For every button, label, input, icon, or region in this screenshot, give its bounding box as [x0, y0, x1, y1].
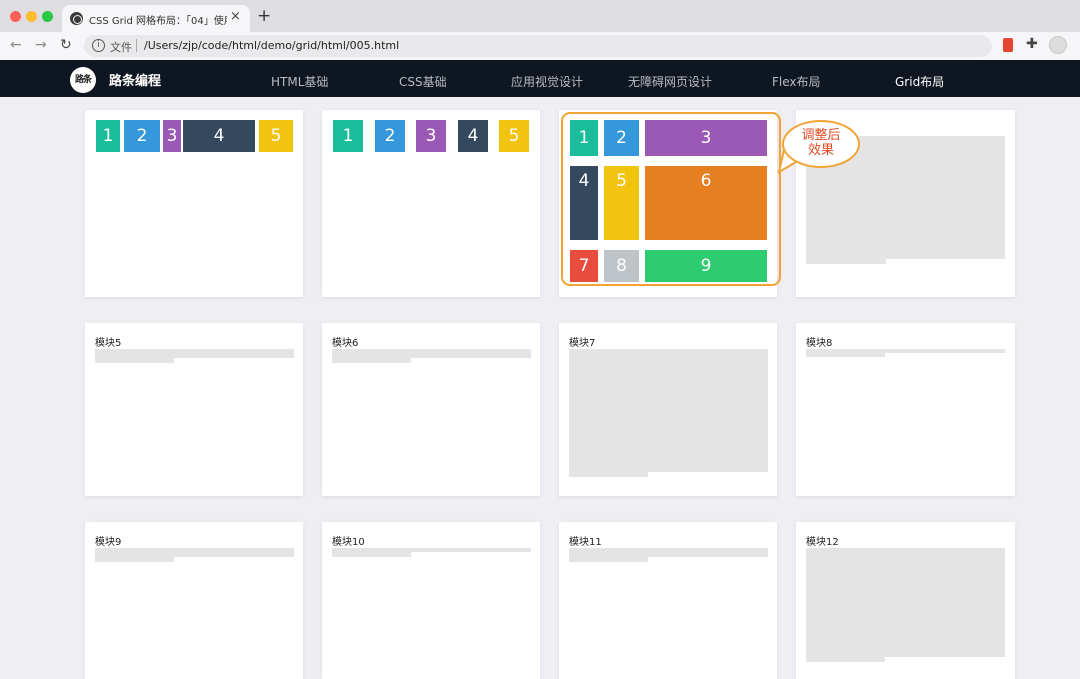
grid-item-1: 1 [96, 120, 120, 152]
placeholder-line [332, 358, 411, 363]
card-title: 模块8 [806, 338, 833, 349]
close-window-button[interactable] [10, 11, 21, 22]
callout-line-2: 效果 [807, 143, 834, 158]
address-separator [136, 39, 137, 52]
card-title: 模块10 [332, 537, 365, 548]
profile-avatar-icon[interactable] [1049, 36, 1067, 54]
card-module-9: 模块9 [85, 522, 303, 679]
address-bar[interactable]: i 文件 /Users/zjp/code/html/demo/grid/html… [84, 35, 1067, 57]
placeholder-block [569, 349, 768, 472]
nav-css-basics[interactable]: CSS基础 [399, 73, 447, 90]
placeholder-line [95, 557, 174, 562]
forward-arrow-icon[interactable]: → [35, 37, 47, 53]
card-module-11: 模块11 [559, 522, 777, 679]
card-title: 模块6 [332, 338, 359, 349]
card-title: 模块12 [806, 537, 839, 548]
card-1: 1 2 3 4 5 [85, 110, 303, 297]
card-2: 1 2 3 4 5 [322, 110, 540, 297]
url-text[interactable]: /Users/zjp/code/html/demo/grid/html/005.… [144, 39, 399, 52]
placeholder-line [806, 657, 885, 662]
card-title: 模块5 [95, 338, 122, 349]
card-title: 模块9 [95, 537, 122, 548]
extension-icon[interactable] [1003, 38, 1013, 52]
browser-tab-bar: CSS Grid 网格布局：「04」使用 × + [0, 0, 1080, 32]
card-title: 模块7 [569, 338, 596, 349]
card-title: 模块11 [569, 537, 602, 548]
tab-close-icon[interactable]: × [230, 10, 241, 24]
nav-accessibility[interactable]: 无障碍网页设计 [628, 73, 712, 90]
nav-visual-design[interactable]: 应用视觉设计 [511, 73, 583, 90]
placeholder-line [332, 552, 411, 557]
placeholder-line [806, 353, 885, 357]
nav-flex-layout[interactable]: Flex布局 [772, 73, 821, 90]
new-tab-button[interactable]: + [257, 7, 271, 25]
grid-item-4: 4 [183, 120, 255, 152]
card-module-6: 模块6 [322, 323, 540, 496]
card-module-7: 模块7 [559, 323, 777, 496]
reload-icon[interactable]: ↻ [60, 37, 72, 53]
placeholder-line [569, 472, 648, 477]
site-header: 路条 路条编程 HTML基础 CSS基础 应用视觉设计 无障碍网页设计 Flex… [0, 60, 1080, 97]
placeholder-line [569, 548, 768, 557]
placeholder-line [332, 349, 531, 358]
callout-line-1: 调整后 [801, 128, 841, 143]
grid-item-4: 4 [458, 120, 488, 152]
callout-bubble: 调整后 效果 [782, 120, 860, 168]
placeholder-line [95, 349, 294, 358]
nav-grid-layout[interactable]: Grid布局 [895, 73, 944, 90]
browser-toolbar: ← → ↻ i 文件 /Users/zjp/code/html/demo/gri… [0, 32, 1080, 60]
maximize-window-button[interactable] [42, 11, 53, 22]
card-module-8: 模块8 [796, 323, 1015, 496]
grid-item-3: 3 [163, 120, 181, 152]
grid-item-5: 5 [259, 120, 293, 152]
grid-item-2: 2 [124, 120, 160, 152]
card-module-10: 模块10 [322, 522, 540, 679]
site-brand[interactable]: 路条编程 [109, 70, 161, 89]
grid-item-1: 1 [333, 120, 363, 152]
highlight-outline [561, 112, 781, 286]
placeholder-line [569, 557, 648, 562]
placeholder-line [95, 358, 174, 363]
grid-item-3: 3 [416, 120, 446, 152]
tab-title: CSS Grid 网格布局：「04」使用 [89, 16, 227, 27]
placeholder-line [95, 548, 294, 557]
grid-item-5: 5 [499, 120, 529, 152]
site-logo[interactable]: 路条 [70, 67, 96, 93]
placeholder-line [806, 259, 886, 264]
browser-tab[interactable]: CSS Grid 网格布局：「04」使用 × [62, 5, 250, 32]
scheme-label: 文件 [110, 41, 132, 54]
placeholder-block [806, 548, 1005, 657]
back-arrow-icon[interactable]: ← [10, 37, 22, 53]
extensions-puzzle-icon[interactable]: ✚ [1026, 36, 1038, 52]
grid-item-2: 2 [375, 120, 405, 152]
globe-icon [70, 12, 83, 25]
info-icon[interactable]: i [92, 39, 105, 52]
minimize-window-button[interactable] [26, 11, 37, 22]
card-module-5: 模块5 [85, 323, 303, 496]
nav-html-basics[interactable]: HTML基础 [271, 73, 328, 90]
card-module-12: 模块12 [796, 522, 1015, 679]
